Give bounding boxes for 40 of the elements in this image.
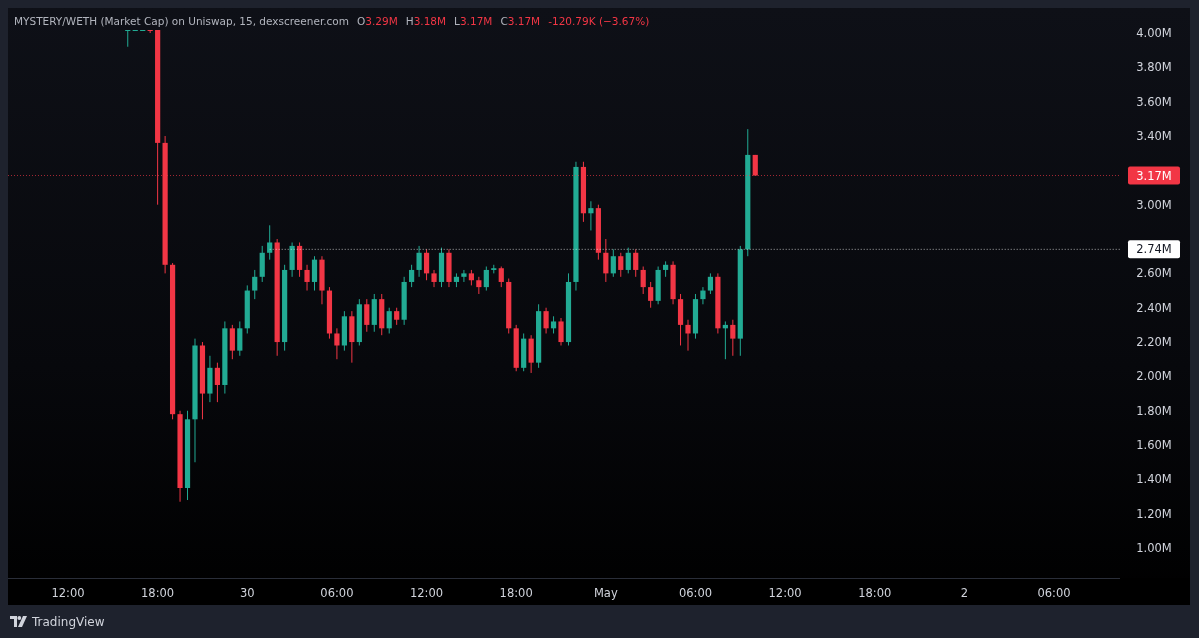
axis-label: 2.20M — [1136, 335, 1172, 350]
axis-label: 1.80M — [1136, 403, 1172, 418]
ohlc-label: H — [405, 15, 414, 27]
axis-label: 06:00 — [320, 586, 354, 600]
brand-name[interactable]: TradingView — [32, 614, 105, 629]
axis-label: 12:00 — [51, 586, 85, 600]
logo-icon[interactable] — [10, 616, 27, 627]
ohlc-value: 3.17M — [507, 15, 541, 27]
axis-label: 2.40M — [1136, 300, 1172, 315]
ohlc-label: C — [500, 15, 508, 27]
axis-label: 12:00 — [768, 586, 802, 600]
axis-label: 1.00M — [1136, 541, 1172, 556]
axis-label: 3.00M — [1136, 197, 1172, 212]
change-value: -120.79K (−3.67%) — [548, 15, 650, 27]
axis-label: May — [593, 586, 618, 600]
axis-label: 18:00 — [858, 586, 892, 600]
axis-label: 3.60M — [1136, 94, 1172, 109]
axis-label: 2.60M — [1136, 266, 1172, 281]
price-label: 2.74M — [1128, 240, 1180, 259]
axis-label: 12:00 — [410, 586, 444, 600]
chart-title: MYSTERY/WETH (Market Cap) on Uniswap, 15, dexscreener.com — [14, 15, 349, 27]
axis-label: 06:00 — [678, 586, 713, 600]
axis-label: 3.40M — [1136, 129, 1172, 143]
axis-label: 3.80M — [1136, 60, 1172, 75]
axis-label: 1.20M — [1136, 506, 1172, 521]
axis-label: 30 — [239, 586, 255, 600]
axis-label: 18:00 — [141, 586, 175, 600]
axis-label: 4.00M — [1136, 26, 1172, 40]
ohlc-label: L — [454, 15, 460, 27]
ohlc-value: 3.17M — [459, 15, 493, 27]
axis-label: 18:00 — [499, 586, 533, 600]
axis-label: 06:00 — [1037, 586, 1071, 600]
price-label: 3.17M — [1128, 166, 1180, 185]
ohlc-value: 3.29M — [365, 15, 398, 27]
ohlc-value: 3.18M — [413, 15, 447, 27]
axis-label: 2 — [960, 586, 969, 600]
axis-label: 2.00M — [1136, 369, 1172, 384]
axis-label: 1.40M — [1136, 472, 1172, 487]
axis-label: 1.60M — [1136, 438, 1172, 453]
ohlc-label: O — [357, 15, 366, 27]
